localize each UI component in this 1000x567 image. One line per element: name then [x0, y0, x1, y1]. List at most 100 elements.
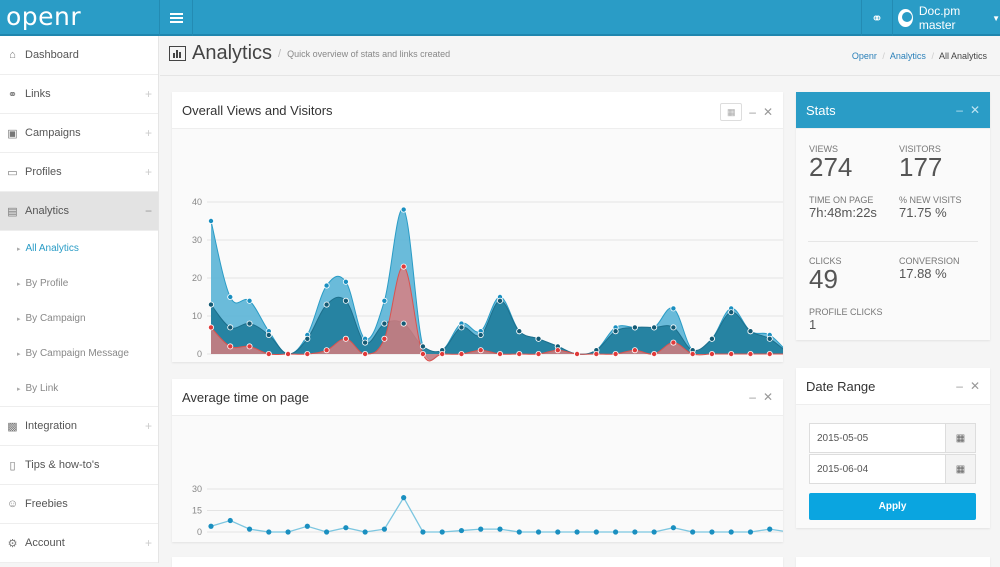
data-point-visitors: [766, 335, 773, 342]
date-to-field[interactable]: 2015-06-04 ▦: [809, 454, 976, 484]
breadcrumb-current: All Analytics: [938, 51, 987, 61]
user-menu[interactable]: Doc.pm master ▼: [898, 4, 1000, 32]
data-point-avg-time: [362, 529, 368, 535]
logo[interactable]: openr: [6, 2, 81, 31]
panel-header: Stats – ✕: [796, 92, 990, 129]
data-point-avg-time: [690, 529, 696, 535]
data-point-clicks: [728, 350, 735, 357]
data-point-clicks: [246, 343, 253, 350]
x-tick-label: 2015-05-18: [438, 541, 484, 542]
sidebar-subitem-by-profile[interactable]: ▸ By Profile: [0, 266, 158, 301]
sidebar-subitem-all-analytics[interactable]: ▸ All Analytics: [0, 231, 158, 266]
breadcrumb-analytics[interactable]: Analytics: [890, 51, 926, 61]
data-point-views: [208, 218, 215, 225]
stat-value: 177: [899, 152, 943, 182]
calendar-icon[interactable]: ▦: [945, 455, 975, 483]
data-point-visitors: [477, 331, 484, 338]
data-point-visitors: [323, 301, 330, 308]
data-point-clicks: [342, 335, 349, 342]
sidebar-item-account[interactable]: ⚙ Account +: [0, 524, 158, 563]
data-point-clicks: [304, 350, 311, 357]
y-tick-label: 10: [192, 311, 202, 321]
views-visitors-chart: 0102030402015-05-062015-05-102015-05-142…: [192, 197, 793, 373]
data-point-visitors: [612, 328, 619, 335]
minimize-icon[interactable]: –: [749, 105, 756, 119]
sidebar-item-integration[interactable]: ▩ Integration +: [0, 407, 158, 446]
chevron-right-icon: ▸: [17, 315, 21, 323]
data-point-clicks: [535, 350, 542, 357]
data-point-visitors: [728, 309, 735, 316]
minimize-icon[interactable]: –: [956, 379, 963, 393]
expand-icon[interactable]: +: [145, 87, 152, 101]
expand-icon[interactable]: +: [145, 419, 152, 433]
data-point-visitors: [419, 343, 426, 350]
data-point-clicks: [400, 263, 407, 270]
expand-icon[interactable]: +: [145, 165, 152, 179]
data-point-avg-time: [632, 529, 638, 535]
sidebar-item-dashboard[interactable]: ⌂ Dashboard: [0, 36, 158, 75]
x-tick-label: 2015-05-22: [516, 541, 562, 542]
date-from-value[interactable]: 2015-05-05: [810, 433, 945, 444]
expand-icon[interactable]: +: [145, 536, 152, 550]
close-icon[interactable]: ✕: [763, 390, 773, 404]
close-icon[interactable]: ✕: [763, 105, 773, 119]
stat-value: 49: [809, 264, 838, 294]
sidebar-item-label: Analytics: [25, 205, 70, 217]
sidebar-subitem-label: All Analytics: [25, 243, 79, 254]
collapse-icon[interactable]: −: [145, 204, 152, 218]
links-button[interactable]: ⚭: [861, 0, 893, 36]
data-point-clicks: [766, 350, 773, 357]
sidebar-item-tips[interactable]: ▯ Tips & how-to's: [0, 446, 158, 485]
date-to-value[interactable]: 2015-06-04: [810, 464, 945, 475]
close-icon[interactable]: ✕: [970, 103, 980, 117]
sidebar-subitem-label: By Link: [25, 383, 59, 394]
sidebar-item-analytics[interactable]: ▤ Analytics −: [0, 192, 158, 231]
chevron-right-icon: ▸: [17, 245, 21, 253]
expand-icon[interactable]: +: [145, 126, 152, 140]
minimize-icon[interactable]: –: [749, 390, 756, 404]
sidebar-subitem-by-campaign-message[interactable]: ▸ By Campaign Message: [0, 336, 158, 371]
y-tick-label: 0: [197, 527, 202, 537]
menu-toggle-button[interactable]: [159, 0, 193, 36]
stat-value: 7h:48m:22s: [809, 205, 877, 220]
sidebar-item-links[interactable]: ⚭ Links +: [0, 75, 158, 114]
x-tick-label: 2015-05-14: [361, 541, 407, 542]
data-point-clicks: [554, 347, 561, 354]
y-tick-label: 30: [192, 235, 202, 245]
table-view-button[interactable]: ▦: [720, 103, 743, 121]
chevron-right-icon: ▸: [17, 280, 21, 288]
sidebar-item-campaigns[interactable]: ▣ Campaigns +: [0, 114, 158, 153]
stat-value: 17.88 %: [899, 266, 947, 281]
data-point-visitors: [227, 324, 234, 331]
data-point-avg-time: [304, 523, 310, 529]
date-from-field[interactable]: 2015-05-05 ▦: [809, 423, 976, 453]
calendar-icon[interactable]: ▦: [945, 424, 975, 452]
stat-conversion: CONVERSION 17.88 %: [899, 256, 960, 281]
area-visitors: [211, 297, 789, 355]
apply-button[interactable]: Apply: [809, 493, 976, 520]
y-tick-label: 40: [192, 197, 202, 207]
breadcrumb-openr[interactable]: Openr: [852, 51, 877, 61]
x-tick-label: 2015-05-10: [284, 541, 330, 542]
close-icon[interactable]: ✕: [970, 379, 980, 393]
briefcase-icon: ▣: [7, 127, 18, 140]
sidebar-subitem-by-link[interactable]: ▸ By Link: [0, 371, 158, 406]
sidebar-item-label: Integration: [25, 420, 77, 432]
sidebar-subitem-by-campaign[interactable]: ▸ By Campaign: [0, 301, 158, 336]
data-point-views: [227, 293, 234, 300]
sidebar-item-profiles[interactable]: ▭ Profiles +: [0, 153, 158, 192]
panel-title: Overall Views and Visitors: [182, 102, 333, 118]
analytics-submenu: ▸ All Analytics ▸ By Profile ▸ By Campaign …: [0, 231, 158, 407]
data-point-clicks: [362, 350, 369, 357]
sidebar-item-freebies[interactable]: ☺ Freebies: [0, 485, 158, 524]
data-point-clicks: [381, 335, 388, 342]
data-point-avg-time: [574, 529, 580, 535]
minimize-icon[interactable]: –: [956, 103, 963, 117]
data-point-avg-time: [516, 529, 522, 535]
data-point-avg-time: [651, 529, 657, 535]
data-point-avg-time: [381, 526, 387, 532]
sidebar-subitem-label: By Campaign Message: [25, 348, 129, 359]
y-tick-label: 20: [192, 273, 202, 283]
data-point-clicks: [708, 350, 715, 357]
bottom-side-panel: [796, 557, 990, 567]
